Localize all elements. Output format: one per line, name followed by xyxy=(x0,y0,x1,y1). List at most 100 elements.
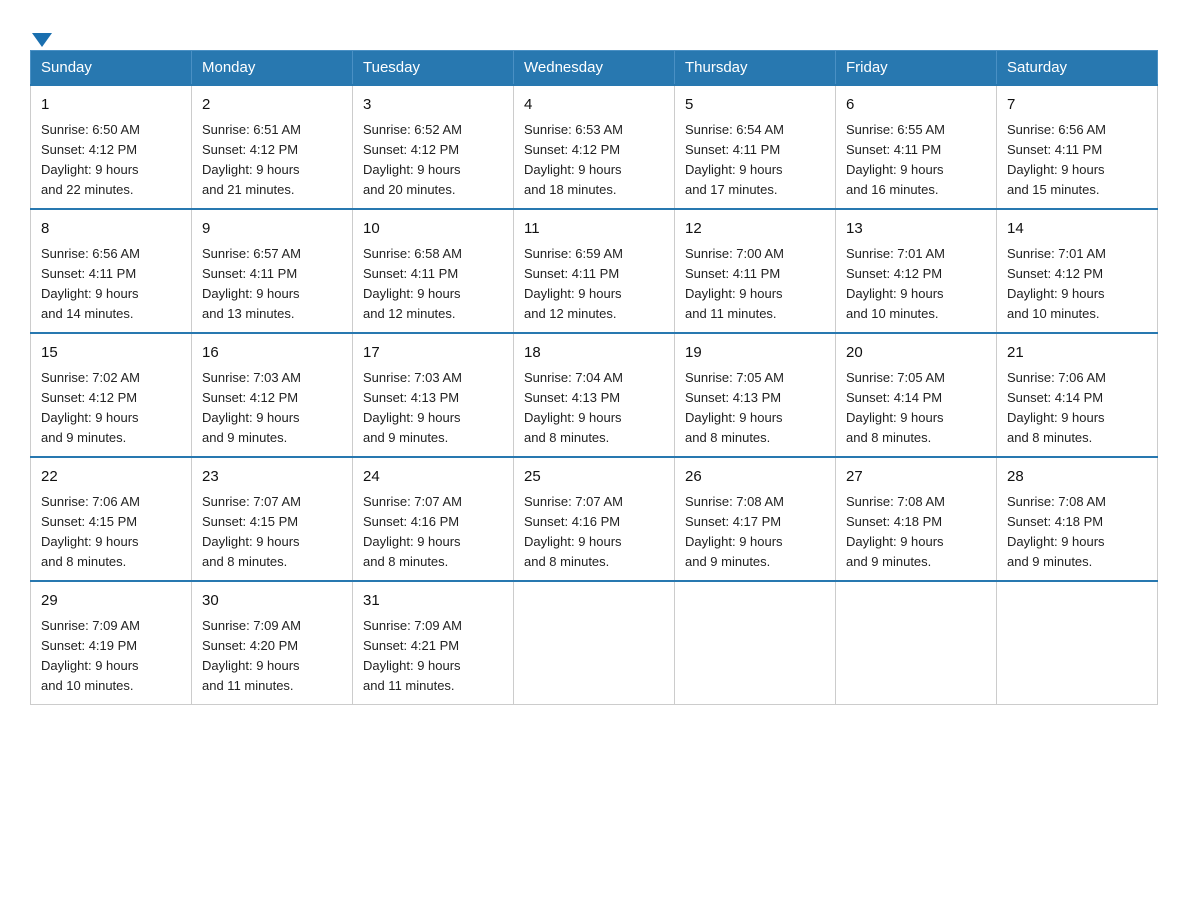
calendar-cell: 19 Sunrise: 7:05 AMSunset: 4:13 PMDaylig… xyxy=(675,333,836,457)
day-number: 13 xyxy=(846,218,986,241)
day-info: Sunrise: 6:53 AMSunset: 4:12 PMDaylight:… xyxy=(524,120,664,201)
day-info: Sunrise: 7:06 AMSunset: 4:14 PMDaylight:… xyxy=(1007,368,1147,449)
day-number: 17 xyxy=(363,342,503,365)
day-info: Sunrise: 7:09 AMSunset: 4:20 PMDaylight:… xyxy=(202,616,342,697)
day-info: Sunrise: 7:07 AMSunset: 4:16 PMDaylight:… xyxy=(524,492,664,573)
day-number: 8 xyxy=(41,218,181,241)
calendar-header-row: SundayMondayTuesdayWednesdayThursdayFrid… xyxy=(31,51,1158,86)
calendar-cell: 17 Sunrise: 7:03 AMSunset: 4:13 PMDaylig… xyxy=(353,333,514,457)
header-sunday: Sunday xyxy=(31,51,192,86)
day-info: Sunrise: 7:06 AMSunset: 4:15 PMDaylight:… xyxy=(41,492,181,573)
day-info: Sunrise: 7:03 AMSunset: 4:12 PMDaylight:… xyxy=(202,368,342,449)
calendar-cell: 12 Sunrise: 7:00 AMSunset: 4:11 PMDaylig… xyxy=(675,209,836,333)
calendar-cell: 25 Sunrise: 7:07 AMSunset: 4:16 PMDaylig… xyxy=(514,457,675,581)
calendar-cell: 7 Sunrise: 6:56 AMSunset: 4:11 PMDayligh… xyxy=(997,85,1158,209)
day-number: 23 xyxy=(202,466,342,489)
day-number: 26 xyxy=(685,466,825,489)
day-number: 11 xyxy=(524,218,664,241)
header-friday: Friday xyxy=(836,51,997,86)
day-info: Sunrise: 7:01 AMSunset: 4:12 PMDaylight:… xyxy=(846,244,986,325)
header-saturday: Saturday xyxy=(997,51,1158,86)
day-info: Sunrise: 7:08 AMSunset: 4:18 PMDaylight:… xyxy=(1007,492,1147,573)
calendar-cell: 21 Sunrise: 7:06 AMSunset: 4:14 PMDaylig… xyxy=(997,333,1158,457)
header-wednesday: Wednesday xyxy=(514,51,675,86)
calendar-cell: 28 Sunrise: 7:08 AMSunset: 4:18 PMDaylig… xyxy=(997,457,1158,581)
calendar-cell: 14 Sunrise: 7:01 AMSunset: 4:12 PMDaylig… xyxy=(997,209,1158,333)
day-info: Sunrise: 7:03 AMSunset: 4:13 PMDaylight:… xyxy=(363,368,503,449)
header-monday: Monday xyxy=(192,51,353,86)
day-info: Sunrise: 7:02 AMSunset: 4:12 PMDaylight:… xyxy=(41,368,181,449)
day-info: Sunrise: 6:52 AMSunset: 4:12 PMDaylight:… xyxy=(363,120,503,201)
day-number: 7 xyxy=(1007,94,1147,117)
day-number: 5 xyxy=(685,94,825,117)
day-number: 22 xyxy=(41,466,181,489)
day-info: Sunrise: 7:00 AMSunset: 4:11 PMDaylight:… xyxy=(685,244,825,325)
day-number: 19 xyxy=(685,342,825,365)
calendar-week-row: 22 Sunrise: 7:06 AMSunset: 4:15 PMDaylig… xyxy=(31,457,1158,581)
calendar-cell: 22 Sunrise: 7:06 AMSunset: 4:15 PMDaylig… xyxy=(31,457,192,581)
day-info: Sunrise: 7:01 AMSunset: 4:12 PMDaylight:… xyxy=(1007,244,1147,325)
day-number: 15 xyxy=(41,342,181,365)
logo-triangle-icon xyxy=(32,33,52,47)
day-info: Sunrise: 7:09 AMSunset: 4:19 PMDaylight:… xyxy=(41,616,181,697)
day-info: Sunrise: 7:05 AMSunset: 4:13 PMDaylight:… xyxy=(685,368,825,449)
day-number: 25 xyxy=(524,466,664,489)
day-info: Sunrise: 7:07 AMSunset: 4:15 PMDaylight:… xyxy=(202,492,342,573)
day-number: 4 xyxy=(524,94,664,117)
calendar-cell: 16 Sunrise: 7:03 AMSunset: 4:12 PMDaylig… xyxy=(192,333,353,457)
calendar-cell xyxy=(836,581,997,705)
day-info: Sunrise: 7:09 AMSunset: 4:21 PMDaylight:… xyxy=(363,616,503,697)
day-number: 28 xyxy=(1007,466,1147,489)
day-info: Sunrise: 6:51 AMSunset: 4:12 PMDaylight:… xyxy=(202,120,342,201)
day-number: 6 xyxy=(846,94,986,117)
day-info: Sunrise: 7:04 AMSunset: 4:13 PMDaylight:… xyxy=(524,368,664,449)
day-number: 30 xyxy=(202,590,342,613)
calendar-cell: 1 Sunrise: 6:50 AMSunset: 4:12 PMDayligh… xyxy=(31,85,192,209)
day-info: Sunrise: 6:50 AMSunset: 4:12 PMDaylight:… xyxy=(41,120,181,201)
day-number: 12 xyxy=(685,218,825,241)
day-number: 29 xyxy=(41,590,181,613)
calendar-cell: 15 Sunrise: 7:02 AMSunset: 4:12 PMDaylig… xyxy=(31,333,192,457)
day-number: 24 xyxy=(363,466,503,489)
calendar-cell: 20 Sunrise: 7:05 AMSunset: 4:14 PMDaylig… xyxy=(836,333,997,457)
calendar-cell xyxy=(675,581,836,705)
calendar-cell: 9 Sunrise: 6:57 AMSunset: 4:11 PMDayligh… xyxy=(192,209,353,333)
day-number: 3 xyxy=(363,94,503,117)
calendar-cell: 11 Sunrise: 6:59 AMSunset: 4:11 PMDaylig… xyxy=(514,209,675,333)
day-info: Sunrise: 6:59 AMSunset: 4:11 PMDaylight:… xyxy=(524,244,664,325)
day-number: 16 xyxy=(202,342,342,365)
page-header xyxy=(30,20,1158,40)
day-number: 31 xyxy=(363,590,503,613)
day-info: Sunrise: 6:56 AMSunset: 4:11 PMDaylight:… xyxy=(1007,120,1147,201)
calendar-cell: 6 Sunrise: 6:55 AMSunset: 4:11 PMDayligh… xyxy=(836,85,997,209)
day-number: 9 xyxy=(202,218,342,241)
calendar-cell: 13 Sunrise: 7:01 AMSunset: 4:12 PMDaylig… xyxy=(836,209,997,333)
calendar-cell: 5 Sunrise: 6:54 AMSunset: 4:11 PMDayligh… xyxy=(675,85,836,209)
day-number: 2 xyxy=(202,94,342,117)
day-info: Sunrise: 6:55 AMSunset: 4:11 PMDaylight:… xyxy=(846,120,986,201)
day-number: 1 xyxy=(41,94,181,117)
day-info: Sunrise: 7:08 AMSunset: 4:17 PMDaylight:… xyxy=(685,492,825,573)
calendar-cell: 30 Sunrise: 7:09 AMSunset: 4:20 PMDaylig… xyxy=(192,581,353,705)
calendar-cell: 18 Sunrise: 7:04 AMSunset: 4:13 PMDaylig… xyxy=(514,333,675,457)
calendar-cell xyxy=(997,581,1158,705)
calendar-cell: 8 Sunrise: 6:56 AMSunset: 4:11 PMDayligh… xyxy=(31,209,192,333)
calendar-cell: 2 Sunrise: 6:51 AMSunset: 4:12 PMDayligh… xyxy=(192,85,353,209)
header-tuesday: Tuesday xyxy=(353,51,514,86)
calendar-cell: 31 Sunrise: 7:09 AMSunset: 4:21 PMDaylig… xyxy=(353,581,514,705)
day-number: 20 xyxy=(846,342,986,365)
day-info: Sunrise: 6:58 AMSunset: 4:11 PMDaylight:… xyxy=(363,244,503,325)
calendar-week-row: 8 Sunrise: 6:56 AMSunset: 4:11 PMDayligh… xyxy=(31,209,1158,333)
day-info: Sunrise: 6:54 AMSunset: 4:11 PMDaylight:… xyxy=(685,120,825,201)
calendar-week-row: 15 Sunrise: 7:02 AMSunset: 4:12 PMDaylig… xyxy=(31,333,1158,457)
calendar-cell: 4 Sunrise: 6:53 AMSunset: 4:12 PMDayligh… xyxy=(514,85,675,209)
calendar-cell: 24 Sunrise: 7:07 AMSunset: 4:16 PMDaylig… xyxy=(353,457,514,581)
header-thursday: Thursday xyxy=(675,51,836,86)
calendar-cell: 23 Sunrise: 7:07 AMSunset: 4:15 PMDaylig… xyxy=(192,457,353,581)
day-info: Sunrise: 7:05 AMSunset: 4:14 PMDaylight:… xyxy=(846,368,986,449)
calendar-week-row: 1 Sunrise: 6:50 AMSunset: 4:12 PMDayligh… xyxy=(31,85,1158,209)
calendar-cell: 3 Sunrise: 6:52 AMSunset: 4:12 PMDayligh… xyxy=(353,85,514,209)
day-number: 10 xyxy=(363,218,503,241)
calendar-table: SundayMondayTuesdayWednesdayThursdayFrid… xyxy=(30,50,1158,705)
day-number: 21 xyxy=(1007,342,1147,365)
